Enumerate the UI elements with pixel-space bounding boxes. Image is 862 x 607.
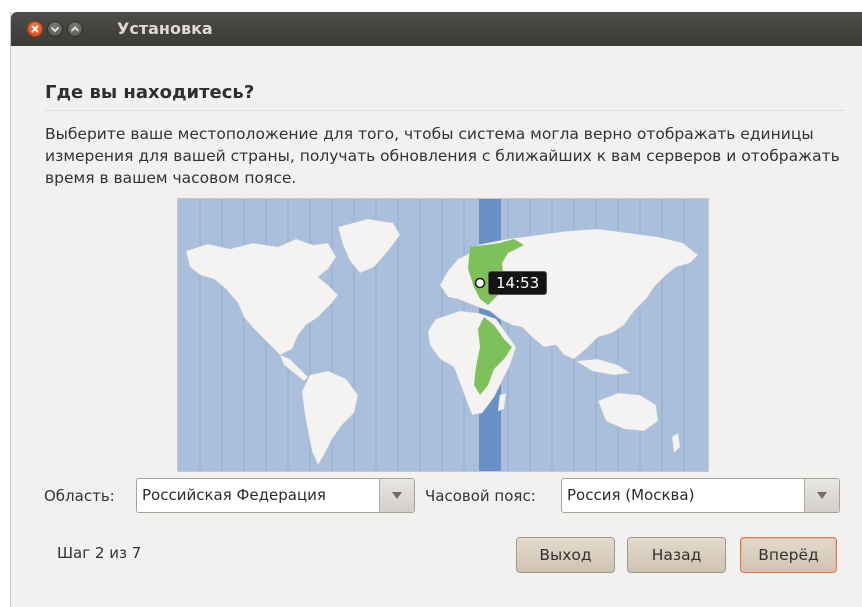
region-label: Область: — [44, 487, 115, 505]
location-marker — [474, 277, 486, 289]
time-tooltip: 14:53 — [488, 271, 548, 295]
divider — [45, 110, 845, 111]
back-button[interactable]: Назад — [627, 537, 726, 573]
step-indicator: Шаг 2 из 7 — [57, 544, 142, 562]
forward-button[interactable]: Вперёд — [740, 537, 837, 573]
window-title: Установка — [117, 19, 213, 38]
world-timezone-map[interactable]: 14:53 — [177, 198, 709, 472]
chevron-down-icon[interactable] — [379, 479, 414, 512]
installer-window: Установка Где вы находитесь? Выберите ва… — [10, 12, 862, 607]
quit-button[interactable]: Выход — [516, 537, 615, 573]
chevron-down-icon[interactable] — [804, 479, 839, 512]
page-description: Выберите ваше местоположение для того, ч… — [45, 125, 840, 187]
title-bar[interactable]: Установка — [11, 12, 862, 46]
close-icon[interactable] — [27, 21, 43, 37]
region-combobox[interactable]: Российская Федерация — [136, 478, 415, 513]
timezone-value: Россия (Москва) — [567, 486, 695, 504]
region-value: Российская Федерация — [142, 486, 326, 504]
minimize-icon[interactable] — [47, 21, 63, 37]
timezone-label: Часовой пояс: — [425, 487, 536, 505]
maximize-icon[interactable] — [67, 21, 83, 37]
timezone-combobox[interactable]: Россия (Москва) — [561, 478, 840, 513]
page-title: Где вы находитесь? — [45, 82, 255, 103]
